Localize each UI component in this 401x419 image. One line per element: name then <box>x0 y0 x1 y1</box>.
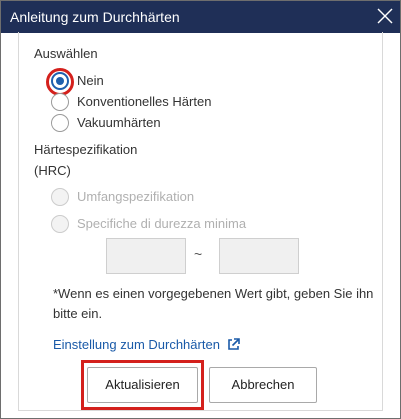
hardening-settings-link[interactable]: Einstellung zum Durchhärten <box>53 337 240 353</box>
radio-button[interactable] <box>51 93 69 111</box>
radio-button-disabled[interactable] <box>51 215 69 233</box>
hardness-unit: (HRC) <box>34 163 71 178</box>
hardness-heading: Härtespezifikation <box>34 142 138 157</box>
cancel-button[interactable]: Abbrechen <box>209 367 317 403</box>
link-label: Einstellung zum Durchhärten <box>53 337 220 352</box>
radio-label-durezza-minima: Specifiche di durezza minima <box>77 216 247 231</box>
hardness-max-input[interactable] <box>219 238 299 274</box>
external-link-icon <box>227 338 240 350</box>
highlight-ring <box>46 68 74 96</box>
range-separator: ~ <box>194 246 203 262</box>
input-note: *Wenn es einen vorgegebenen Wert gibt, g… <box>53 286 374 321</box>
dialog-title: Anleitung zum Durchhärten <box>10 9 180 25</box>
hardening-dialog: Anleitung zum Durchhärten Auswählen Nein… <box>0 0 401 419</box>
dialog-titlebar: Anleitung zum Durchhärten <box>1 1 400 33</box>
radio-label-konventionelles-haerten: Konventionelles Härten <box>77 94 212 109</box>
radio-label-vakuumhaerten: Vakuumhärten <box>77 115 161 130</box>
close-icon <box>377 8 393 24</box>
radio-label-umfangspezifikation: Umfangspezifikation <box>77 189 195 204</box>
radio-button-disabled[interactable] <box>51 188 69 206</box>
radio-label-nein: Nein <box>77 73 104 88</box>
close-button[interactable] <box>369 1 400 32</box>
update-button[interactable]: Aktualisieren <box>87 367 198 403</box>
selection-heading: Auswählen <box>34 46 98 61</box>
hardness-min-input[interactable] <box>106 238 186 274</box>
radio-button[interactable] <box>51 114 69 132</box>
